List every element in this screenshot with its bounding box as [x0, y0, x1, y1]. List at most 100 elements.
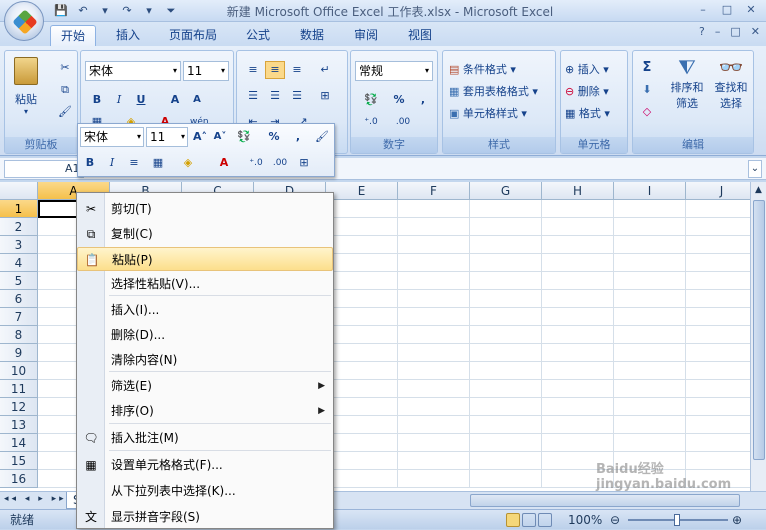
grid-cell[interactable]	[470, 398, 542, 416]
tab-view[interactable]: 视图	[398, 25, 442, 46]
grid-cell[interactable]	[398, 326, 470, 344]
restore-button[interactable]: □	[716, 1, 738, 18]
wrap-text-icon[interactable]: ↵	[315, 61, 335, 79]
row-header[interactable]: 9	[0, 344, 38, 362]
grid-cell[interactable]	[398, 434, 470, 452]
grid-cell[interactable]	[470, 344, 542, 362]
conditional-format-button[interactable]: ▤ 条件格式 ▾	[449, 61, 516, 77]
align-center-icon[interactable]: ☰	[265, 87, 285, 105]
mini-bold-button[interactable]: B	[80, 154, 100, 172]
percent-button[interactable]: %	[389, 91, 409, 109]
row-header[interactable]: 8	[0, 326, 38, 344]
grid-cell[interactable]	[542, 254, 614, 272]
menu-item-pick-from-list[interactable]: 从下拉列表中选择(K)...	[77, 479, 333, 503]
mini-increase-decimal-icon[interactable]: ⁺.0	[246, 154, 266, 172]
grid-cell[interactable]	[398, 362, 470, 380]
grid-cell[interactable]	[686, 236, 750, 254]
vertical-scrollbar[interactable]: ▲	[750, 182, 766, 491]
grid-cell[interactable]	[614, 200, 686, 218]
grid-cell[interactable]	[542, 380, 614, 398]
italic-button[interactable]: I	[109, 91, 129, 109]
grid-cell[interactable]	[542, 398, 614, 416]
menu-item-insert-comment[interactable]: 🗨 插入批注(M)	[77, 426, 333, 450]
menu-item-filter[interactable]: 筛选(E) ▶	[77, 374, 333, 398]
comma-button[interactable]: ,	[413, 91, 433, 109]
grid-cell[interactable]	[686, 308, 750, 326]
ribbon-close-icon[interactable]: ✕	[751, 25, 760, 38]
grid-cell[interactable]	[542, 416, 614, 434]
tab-insert[interactable]: 插入	[106, 25, 150, 46]
grid-cell[interactable]	[470, 434, 542, 452]
mini-currency-icon[interactable]: 💱	[234, 128, 254, 146]
grid-cell[interactable]	[686, 218, 750, 236]
page-layout-view-icon[interactable]	[522, 513, 536, 527]
shrink-font-button[interactable]: A	[187, 91, 207, 109]
autosum-button[interactable]: Σ	[637, 59, 657, 77]
grid-cell[interactable]	[614, 218, 686, 236]
menu-item-insert[interactable]: 插入(I)...	[77, 298, 333, 322]
grid-cell[interactable]	[542, 200, 614, 218]
mini-border-icon[interactable]: ▦	[148, 154, 168, 172]
grid-cell[interactable]	[614, 272, 686, 290]
page-break-view-icon[interactable]	[538, 513, 552, 527]
format-painter-icon[interactable]: 🖌	[55, 103, 75, 121]
grid-cell[interactable]	[398, 308, 470, 326]
name-box[interactable]: A1	[4, 160, 84, 178]
row-header[interactable]: 1	[0, 200, 38, 218]
grid-cell[interactable]	[398, 398, 470, 416]
grid-cell[interactable]	[398, 236, 470, 254]
grid-cell[interactable]	[398, 254, 470, 272]
mini-format-painter-icon[interactable]: 🖌	[312, 128, 332, 146]
grid-cell[interactable]	[686, 200, 750, 218]
vertical-scroll-thumb[interactable]	[753, 200, 765, 460]
undo-dropdown-icon[interactable]: ▾	[96, 3, 114, 19]
menu-item-paste[interactable]: 📋 粘贴(P)	[77, 247, 333, 271]
menu-item-format-cells[interactable]: ▦ 设置单元格格式(F)...	[77, 453, 333, 477]
grid-cell[interactable]	[398, 470, 470, 488]
normal-view-icon[interactable]	[506, 513, 520, 527]
tab-data[interactable]: 数据	[290, 25, 334, 46]
menu-item-paste-special[interactable]: 选择性粘贴(V)...	[77, 272, 333, 296]
mini-font-color-icon[interactable]: A	[214, 154, 234, 172]
sheet-nav-icon[interactable]: ◂◂ ◂ ▸ ▸▸	[4, 494, 67, 504]
font-name-combo[interactable]: 宋体 ▾	[85, 61, 181, 81]
zoom-out-icon[interactable]: ⊖	[610, 510, 620, 530]
grid-cell[interactable]	[326, 452, 398, 470]
grid-cell[interactable]	[614, 344, 686, 362]
grid-cell[interactable]	[326, 362, 398, 380]
underline-button[interactable]: U	[131, 91, 151, 109]
menu-item-cut[interactable]: ✂ 剪切(T)	[77, 197, 333, 221]
row-header[interactable]: 16	[0, 470, 38, 488]
currency-icon[interactable]: 💱	[357, 91, 385, 109]
row-header[interactable]: 7	[0, 308, 38, 326]
merge-center-icon[interactable]: ⊞	[315, 87, 335, 105]
menu-item-copy[interactable]: ⧉ 复制(C)	[77, 222, 333, 246]
mini-center-icon[interactable]: ≡	[124, 154, 144, 172]
grid-cell[interactable]	[398, 380, 470, 398]
grid-cell[interactable]	[470, 416, 542, 434]
row-header[interactable]: 15	[0, 452, 38, 470]
close-button[interactable]: ✕	[740, 1, 762, 18]
redo-dropdown-icon[interactable]: ▾	[140, 3, 158, 19]
tab-review[interactable]: 审阅	[344, 25, 388, 46]
copy-icon[interactable]: ⧉	[55, 81, 75, 99]
help-icon[interactable]: ?	[699, 25, 705, 38]
scroll-up-icon[interactable]: ▲	[751, 182, 766, 198]
row-header[interactable]: 6	[0, 290, 38, 308]
paste-button[interactable]: 粘贴 ▾	[11, 57, 41, 116]
grid-cell[interactable]	[686, 254, 750, 272]
find-select-button[interactable]: 👓 查找和 选择	[711, 55, 751, 111]
tab-home[interactable]: 开始	[50, 25, 96, 46]
grid-cell[interactable]	[470, 470, 542, 488]
grid-cell[interactable]	[470, 308, 542, 326]
menu-item-sort[interactable]: 排序(O) ▶	[77, 399, 333, 423]
row-header[interactable]: 13	[0, 416, 38, 434]
number-format-combo[interactable]: 常规 ▾	[355, 61, 433, 81]
save-icon[interactable]: 💾	[52, 3, 70, 19]
align-left-icon[interactable]: ☰	[243, 87, 263, 105]
row-header[interactable]: 5	[0, 272, 38, 290]
grid-cell[interactable]	[326, 326, 398, 344]
grid-cell[interactable]	[398, 344, 470, 362]
grid-cell[interactable]	[614, 254, 686, 272]
grid-cell[interactable]	[398, 452, 470, 470]
